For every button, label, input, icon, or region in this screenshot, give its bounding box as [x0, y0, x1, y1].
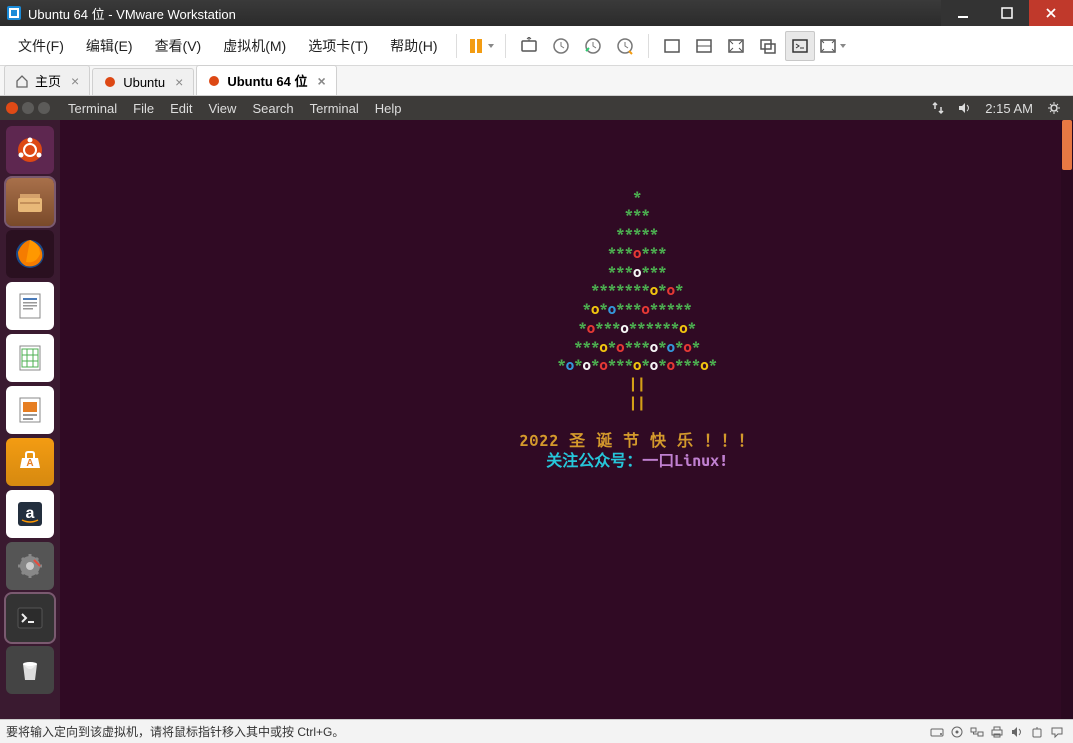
menu-tabs[interactable]: 选项卡(T) [298, 32, 378, 60]
calc-icon[interactable] [6, 334, 54, 382]
home-icon [15, 74, 29, 88]
tab-label: Ubuntu 64 位 [227, 71, 307, 90]
files-icon[interactable] [6, 178, 54, 226]
guest-display[interactable]: Terminal File Edit View Search Terminal … [0, 96, 1073, 719]
view-unity-button[interactable] [753, 31, 783, 61]
settings-icon[interactable] [6, 542, 54, 590]
status-message: 要将输入定向到该虚拟机，请将鼠标指针移入其中或按 Ctrl+G。 [6, 723, 927, 740]
writer-icon[interactable] [6, 282, 54, 330]
menu-help[interactable]: Help [367, 101, 410, 116]
impress-icon[interactable] [6, 386, 54, 434]
printer-icon[interactable] [987, 722, 1007, 742]
terminal-output: ************o******o**********o*o**o*o**… [60, 120, 1073, 719]
separator [505, 34, 506, 58]
separator [456, 34, 457, 58]
tab-label: Ubuntu [123, 75, 165, 90]
tab-close-button[interactable]: × [175, 74, 183, 90]
scrollbar[interactable] [1061, 120, 1073, 719]
view-split-button[interactable] [689, 31, 719, 61]
console-button[interactable] [785, 31, 815, 61]
snapshot-revert-button[interactable] [578, 31, 608, 61]
send-ctrl-alt-del-button[interactable] [514, 31, 544, 61]
gear-icon[interactable] [1041, 101, 1067, 115]
menu-help[interactable]: 帮助(H) [380, 32, 447, 60]
tab-ubuntu[interactable]: Ubuntu × [92, 68, 194, 95]
menu-file[interactable]: 文件(F) [8, 32, 74, 60]
sound-status-icon[interactable] [1007, 722, 1027, 742]
window-title: Ubuntu 64 位 - VMware Workstation [28, 4, 941, 23]
menu-terminal-2[interactable]: Terminal [302, 101, 367, 116]
menu-search[interactable]: Search [244, 101, 301, 116]
ubuntu-icon [103, 75, 117, 89]
network-status-icon[interactable] [967, 722, 987, 742]
menu-vm[interactable]: 虚拟机(M) [213, 32, 296, 60]
cd-icon[interactable] [947, 722, 967, 742]
svg-text:a: a [26, 505, 35, 522]
message-icon[interactable] [1047, 722, 1067, 742]
minimize-button[interactable] [941, 0, 985, 26]
menu-terminal[interactable]: Terminal [60, 101, 125, 116]
snapshot-button[interactable] [546, 31, 576, 61]
tab-home[interactable]: 主页 × [4, 65, 90, 95]
tab-close-button[interactable]: × [71, 73, 79, 89]
trash-icon[interactable] [6, 646, 54, 694]
snapshot-manager-button[interactable] [610, 31, 640, 61]
menu-view[interactable]: View [200, 101, 244, 116]
network-icon[interactable] [925, 101, 951, 115]
vmware-tabs: 主页 × Ubuntu × Ubuntu 64 位 × [0, 66, 1073, 96]
scrollbar-thumb[interactable] [1062, 120, 1072, 170]
statusbar: 要将输入定向到该虚拟机，请将鼠标指针移入其中或按 Ctrl+G。 [0, 719, 1073, 743]
tab-ubuntu-64[interactable]: Ubuntu 64 位 × [196, 65, 336, 95]
svg-text:A: A [26, 458, 33, 469]
menu-view[interactable]: 查看(V) [145, 32, 212, 60]
close-button[interactable] [1029, 0, 1073, 26]
menu-edit[interactable]: 编辑(E) [76, 32, 143, 60]
power-button[interactable] [465, 35, 497, 57]
window-minimize-icon[interactable] [22, 102, 34, 114]
ubuntu-icon [207, 74, 221, 88]
fullscreen-button[interactable] [817, 35, 849, 57]
unity-launcher: A a [0, 120, 60, 719]
menu-file[interactable]: File [125, 101, 162, 116]
view-expand-button[interactable] [721, 31, 751, 61]
separator [648, 34, 649, 58]
menu-edit[interactable]: Edit [162, 101, 200, 116]
vmware-menubar: 文件(F) 编辑(E) 查看(V) 虚拟机(M) 选项卡(T) 帮助(H) [0, 26, 1073, 66]
tab-label: 主页 [35, 71, 61, 90]
dash-icon[interactable] [6, 126, 54, 174]
clock[interactable]: 2:15 AM [977, 101, 1041, 116]
ubuntu-top-panel: Terminal File Edit View Search Terminal … [0, 96, 1073, 120]
disk-icon[interactable] [927, 722, 947, 742]
view-single-button[interactable] [657, 31, 687, 61]
sound-icon[interactable] [951, 101, 977, 115]
terminal-icon[interactable] [6, 594, 54, 642]
window-close-icon[interactable] [6, 102, 18, 114]
software-icon[interactable]: A [6, 438, 54, 486]
window-maximize-icon[interactable] [38, 102, 50, 114]
maximize-button[interactable] [985, 0, 1029, 26]
titlebar: Ubuntu 64 位 - VMware Workstation [0, 0, 1073, 26]
app-icon [6, 5, 22, 21]
tab-close-button[interactable]: × [317, 73, 325, 89]
firefox-icon[interactable] [6, 230, 54, 278]
amazon-icon[interactable]: a [6, 490, 54, 538]
usb-status-icon[interactable] [1027, 722, 1047, 742]
